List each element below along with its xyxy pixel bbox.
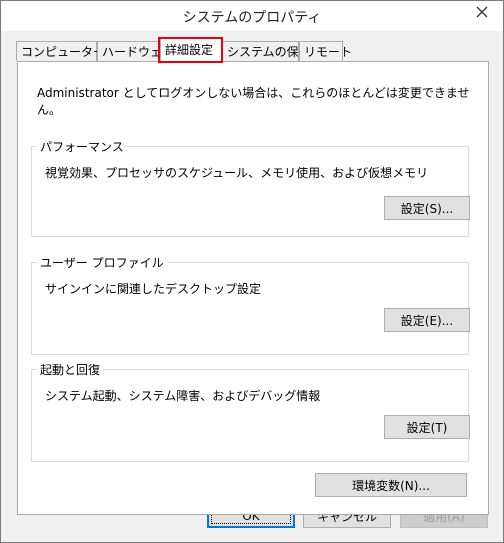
user-profiles-settings-button[interactable]: 設定(E)... (384, 308, 470, 332)
tab-system-protection[interactable]: システムの保護 (222, 41, 311, 61)
environment-variables-button[interactable]: 環境変数(N)... (315, 473, 467, 497)
user-profiles-group-title: ユーザー プロファイル (37, 254, 167, 271)
tab-computer-name[interactable]: コンピューター名 (16, 41, 117, 61)
performance-group-title: パフォーマンス (37, 138, 127, 155)
tab-advanced[interactable]: 詳細設定 (160, 38, 222, 62)
startup-recovery-group: 起動と回復 システム起動、システム障害、およびデバッグ情報 設定(T) (31, 361, 470, 462)
admin-notice: Administrator としてログオンしない場合は、これらのほとんどは変更で… (37, 86, 470, 117)
close-icon (476, 6, 488, 18)
user-profiles-group: ユーザー プロファイル サインインに関連したデスクトップ設定 設定(E)... (31, 254, 470, 355)
tab-hardware[interactable]: ハードウェア (97, 41, 174, 61)
title-bar[interactable]: システムのプロパティ (1, 1, 503, 31)
performance-description: 視覚効果、プロセッサのスケジュール、メモリ使用、および仮想メモリ (45, 166, 429, 180)
advanced-tab-panel: Administrator としてログオンしない場合は、これらのほとんどは変更で… (17, 61, 489, 515)
startup-recovery-group-title: 起動と回復 (37, 361, 104, 378)
tab-remote[interactable]: リモート (299, 41, 352, 61)
dialog-body: コンピューター名 ハードウェア 詳細設定 システムの保護 リモート Admini… (1, 31, 503, 542)
performance-settings-button[interactable]: 設定(S)... (384, 196, 470, 220)
window-title: システムのプロパティ (182, 10, 322, 26)
performance-group: パフォーマンス 視覚効果、プロセッサのスケジュール、メモリ使用、および仮想メモリ… (31, 138, 470, 237)
system-properties-dialog: システムのプロパティ コンピューター名 ハードウェア 詳細設定 システムの保護 … (0, 0, 504, 543)
startup-recovery-description: システム起動、システム障害、およびデバッグ情報 (45, 389, 321, 403)
user-profiles-description: サインインに関連したデスクトップ設定 (45, 282, 262, 296)
close-button[interactable] (467, 2, 497, 22)
startup-recovery-settings-button[interactable]: 設定(T) (384, 415, 470, 439)
